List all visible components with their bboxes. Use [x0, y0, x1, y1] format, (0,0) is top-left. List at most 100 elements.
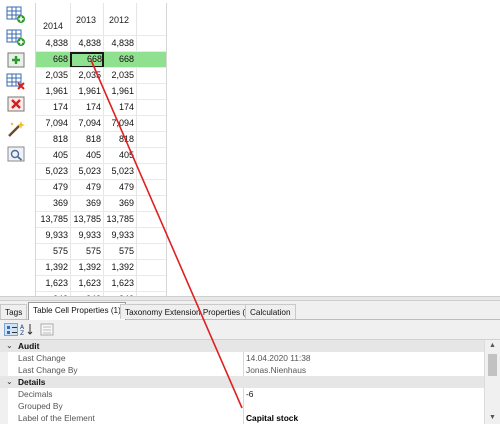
table-row[interactable]: 4,838 4,838 4,838 [36, 35, 166, 52]
property-label: Details [18, 377, 46, 387]
magic-wand-icon[interactable] [6, 120, 26, 138]
table-cell[interactable]: 7,094 [36, 118, 68, 128]
property-row[interactable]: Last Change 14.04.2020 11:38 [0, 352, 484, 364]
table-cell[interactable]: 575 [36, 246, 68, 256]
table-cell[interactable]: 7,094 [69, 118, 101, 128]
table-cell[interactable]: 1,392 [102, 262, 134, 272]
table-delete-icon[interactable] [6, 73, 26, 91]
table-cell[interactable]: 174 [36, 102, 68, 112]
table-cell[interactable]: 4,838 [102, 38, 134, 48]
tab-table-cell-properties[interactable]: Table Cell Properties (1) [28, 302, 126, 320]
table-cell[interactable]: 1,623 [69, 278, 101, 288]
table-row[interactable]: 5,023 5,023 5,023 [36, 163, 166, 180]
inspect-icon[interactable] [6, 145, 26, 163]
table-cell[interactable]: 369 [102, 198, 134, 208]
table-cell[interactable]: 369 [36, 198, 68, 208]
collapse-chevron-icon[interactable]: ⌄ [6, 377, 13, 386]
property-row[interactable]: Last Change By Jonas.Nienhaus [0, 364, 484, 376]
property-row[interactable]: Decimals -6 [0, 388, 484, 400]
categorized-icon[interactable] [4, 323, 18, 336]
table-cell[interactable]: 668 [102, 54, 134, 64]
property-pages-icon[interactable] [40, 323, 54, 336]
table-row[interactable]: 1,392 1,392 1,392 [36, 259, 166, 276]
table-cell[interactable]: 575 [69, 246, 101, 256]
table-cell[interactable]: 405 [69, 150, 101, 160]
property-category[interactable]: ⌄ Audit [0, 340, 484, 352]
collapse-chevron-icon[interactable]: ⌄ [6, 341, 13, 350]
table-add-icon[interactable] [6, 6, 26, 24]
table-cell[interactable]: 405 [36, 150, 68, 160]
table-cell[interactable]: 1,961 [102, 86, 134, 96]
table-cell[interactable]: 405 [102, 150, 134, 160]
table-cell[interactable]: 5,023 [69, 166, 101, 176]
property-value[interactable]: -6 [246, 389, 253, 399]
column-header[interactable]: 2014 [38, 21, 68, 31]
scroll-up-icon[interactable]: ▲ [485, 340, 500, 352]
property-row[interactable]: Grouped By [0, 400, 484, 412]
column-header[interactable]: 2012 [104, 15, 134, 25]
table-cell[interactable]: 818 [36, 134, 68, 144]
table-cell[interactable]: 479 [69, 182, 101, 192]
column-header[interactable]: 2013 [71, 15, 101, 25]
table-cell[interactable]: 9,933 [36, 230, 68, 240]
table-row[interactable]: 7,094 7,094 7,094 [36, 115, 166, 132]
property-row[interactable]: Label of the Element Capital stock [0, 412, 484, 424]
property-label: Label of the Element [18, 413, 95, 423]
tab-tags[interactable]: Tags [0, 304, 28, 319]
table-cell[interactable]: 1,392 [36, 262, 68, 272]
table-cell[interactable]: 5,023 [36, 166, 68, 176]
property-grid-scrollbar[interactable]: ▲ ▼ [484, 340, 500, 424]
table-cell[interactable]: 1,623 [36, 278, 68, 288]
table-row[interactable]: 369 369 369 [36, 195, 166, 212]
table-cell[interactable]: 668 [36, 54, 68, 64]
table-row[interactable]: 479 479 479 [36, 179, 166, 196]
table-cell[interactable]: 5,023 [102, 166, 134, 176]
table-row[interactable]: 1,623 1,623 1,623 [36, 275, 166, 292]
table-add-row-icon[interactable] [6, 29, 26, 47]
table-cell[interactable]: 369 [69, 198, 101, 208]
table-cell[interactable]: 4,838 [36, 38, 68, 48]
table-cell[interactable]: 1,392 [69, 262, 101, 272]
table-cell[interactable]: 2,035 [69, 70, 101, 80]
table-cell[interactable]: 1,961 [69, 86, 101, 96]
table-cell[interactable]: 13,785 [36, 214, 68, 224]
table-row[interactable]: 13,785 13,785 13,785 [36, 211, 166, 228]
table-cell[interactable]: 479 [36, 182, 68, 192]
property-value[interactable]: Jonas.Nienhaus [246, 365, 306, 375]
tab-calculation[interactable]: Calculation [245, 304, 296, 319]
table-row[interactable]: 9,933 9,933 9,933 [36, 227, 166, 244]
table-cell[interactable]: 1,961 [36, 86, 68, 96]
table-cell[interactable]: 174 [102, 102, 134, 112]
table-cell[interactable]: 7,094 [102, 118, 134, 128]
table-cell[interactable]: 174 [69, 102, 101, 112]
property-value[interactable]: 14.04.2020 11:38 [246, 353, 311, 363]
table-cell[interactable]: 479 [102, 182, 134, 192]
selected-cell[interactable]: 668 [70, 52, 104, 68]
scroll-down-icon[interactable]: ▼ [485, 412, 500, 424]
table-row[interactable]: 405 405 405 [36, 147, 166, 164]
table-row[interactable]: 668 668 668 [36, 51, 166, 68]
table-cell[interactable]: 13,785 [69, 214, 101, 224]
sort-alpha-icon[interactable]: AZ [20, 323, 34, 336]
property-category[interactable]: ⌄ Details [0, 376, 484, 388]
table-cell[interactable]: 2,035 [102, 70, 134, 80]
table-cell[interactable]: 9,933 [69, 230, 101, 240]
table-row[interactable]: 575 575 575 [36, 243, 166, 260]
table-cell[interactable]: 818 [69, 134, 101, 144]
table-cell[interactable]: 9,933 [102, 230, 134, 240]
table-cell[interactable]: 818 [102, 134, 134, 144]
scrollbar-thumb[interactable] [488, 354, 497, 376]
table-cell[interactable]: 575 [102, 246, 134, 256]
table-row[interactable]: 818 818 818 [36, 131, 166, 148]
table-row[interactable]: 174 174 174 [36, 99, 166, 116]
table-cell[interactable]: 1,623 [102, 278, 134, 288]
add-cell-icon[interactable] [6, 51, 26, 69]
table-row[interactable]: 2,035 2,035 2,035 [36, 67, 166, 84]
table-cell[interactable]: 2,035 [36, 70, 68, 80]
property-value[interactable]: Capital stock [246, 413, 298, 423]
table-cell[interactable]: 13,785 [102, 214, 134, 224]
table-row[interactable]: 1,961 1,961 1,961 [36, 83, 166, 100]
tab-taxonomy-extension-properties[interactable]: Taxonomy Extension Properties (0) [120, 304, 258, 319]
table-cell[interactable]: 4,838 [69, 38, 101, 48]
delete-cell-icon[interactable] [6, 95, 26, 113]
